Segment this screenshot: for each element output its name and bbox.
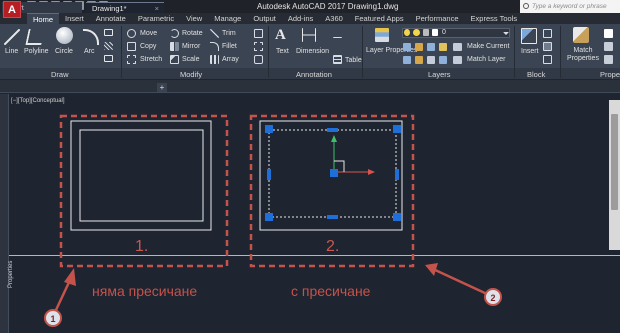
callout-badge-1: 1 bbox=[44, 309, 62, 327]
grip-corner[interactable] bbox=[265, 125, 273, 133]
callout-badge-2: 2 bbox=[484, 288, 502, 306]
grip-midpoint[interactable] bbox=[267, 169, 271, 180]
inner-rectangle-1[interactable] bbox=[79, 129, 204, 222]
ucs-y-arrow-icon bbox=[331, 135, 337, 142]
grip-midpoint[interactable] bbox=[327, 128, 338, 132]
grip-corner[interactable] bbox=[393, 213, 401, 221]
autocad-logo-icon: A bbox=[8, 3, 16, 16]
drawing-number-2: 2. bbox=[326, 238, 340, 255]
drawing-number-1: 1. bbox=[135, 238, 149, 255]
grip-midpoint[interactable] bbox=[327, 215, 338, 219]
callout-arrowhead-1 bbox=[64, 268, 76, 286]
autocad-window: A Autodesk AutoCAD 2017 Drawing1.dwg Typ… bbox=[0, 0, 620, 333]
application-menu-button[interactable]: A bbox=[3, 1, 21, 18]
ucs-x-arrow-icon bbox=[368, 169, 375, 175]
callout-arrow-2 bbox=[432, 267, 488, 296]
grip-center[interactable] bbox=[330, 169, 338, 177]
grip-corner[interactable] bbox=[265, 213, 273, 221]
caption-no-intersection: няма пресичане bbox=[92, 283, 198, 299]
outer-rectangle-1[interactable] bbox=[70, 120, 212, 231]
grip-midpoint[interactable] bbox=[395, 169, 399, 180]
grip-corner[interactable] bbox=[393, 125, 401, 133]
caption-with-intersection: с пресичане bbox=[291, 283, 371, 299]
